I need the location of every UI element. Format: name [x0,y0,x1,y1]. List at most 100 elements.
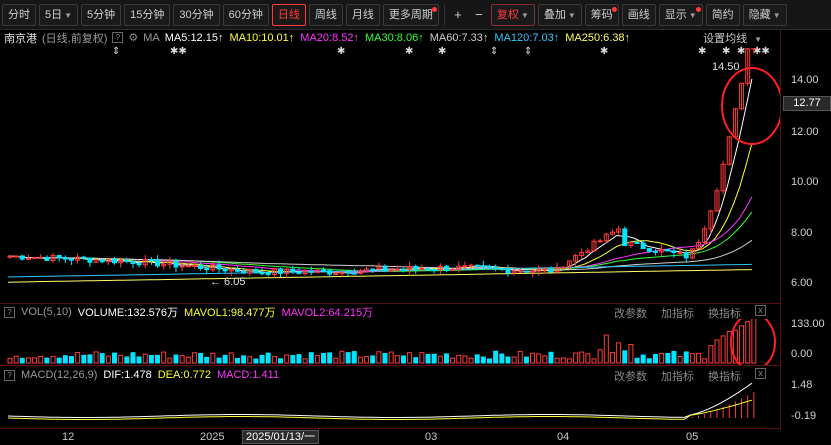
volume-bar [277,358,283,364]
volume-bar [437,355,443,364]
zoom-in-icon[interactable]: + [449,7,467,22]
macd-dif: DIF:1.478 [103,369,152,381]
period-button-weekly[interactable]: 周线 [308,3,343,26]
hide-label: 隐藏 [748,8,771,21]
period-button-30min[interactable]: 30分钟 [173,3,220,26]
chevron-down-icon: ▼ [754,35,762,44]
candle-body [99,259,105,263]
candle-body [155,259,161,267]
help-icon[interactable]: ? [4,369,15,381]
candle-body [198,264,204,269]
volume-chart[interactable] [0,319,780,365]
help-icon[interactable]: ? [4,306,15,318]
volume-bar [87,354,93,364]
volume-bar [548,351,554,364]
dif-line [7,382,753,418]
macd-name: MACD(12,26,9) [21,369,98,381]
volume-bar [646,358,652,364]
draw-line-button[interactable]: 画线 [621,3,656,26]
volume-bar [112,352,118,364]
hide-button[interactable]: 隐藏 ▼ [742,3,787,26]
display-button[interactable]: 显示 ▼ [658,3,703,26]
candle-body [597,240,603,243]
chevron-down-icon: ▼ [520,10,529,20]
volume-bar [44,357,50,364]
volume-bar [167,357,173,364]
date-tick: 12 [62,431,75,443]
ma-value-5: MA120:7.03↑ [494,31,560,44]
candle-body [462,265,468,268]
volume-bar [579,351,585,364]
simple-mode-button[interactable]: 简约 [705,3,740,26]
candle-body [321,269,327,272]
volume-bar [247,356,253,364]
volume-bar [400,355,406,364]
candle-body [327,270,333,275]
volume-bar [351,351,357,364]
gear-icon[interactable]: ⚙ [128,31,138,44]
candle-body [646,248,652,252]
period-button-5min[interactable]: 5分钟 [81,3,122,26]
more-periods-button[interactable]: 更多周期 [382,3,439,26]
period-button-monthly[interactable]: 月线 [345,3,380,26]
volume-bar [499,353,505,364]
zoom-out-icon[interactable]: − [470,7,488,22]
volume-bar [228,352,234,364]
volume-bar [62,355,68,364]
price-tick: 8.00 [791,227,813,239]
period-label: 5日 [45,8,63,21]
period-button-intraday[interactable]: 分时 [2,3,36,26]
chips-button[interactable]: 筹码 [584,3,619,26]
period-button-15min[interactable]: 15分钟 [124,3,171,26]
period-button-5day[interactable]: 5日 ▼ [39,3,79,26]
volume-bar [419,352,425,364]
candle-body [493,266,499,269]
volume-bar [345,352,351,364]
candle-body [179,265,185,268]
candle-body [148,259,154,262]
fuquan-button[interactable]: 复权 ▼ [490,3,535,26]
price-tick: 12.00 [791,126,819,138]
volume-bar [148,355,154,364]
volume-bar [388,351,394,364]
candle-body [62,257,68,260]
candle-body [68,258,74,261]
close-icon[interactable]: x [755,368,766,379]
candle-body [173,260,179,268]
help-icon[interactable]: ? [112,32,124,43]
volume-bar [253,358,259,364]
volume-bar [234,357,240,364]
ma-value-0: MA5:12.15↑ [164,31,224,44]
volume-bar [382,352,388,364]
candle-body [216,264,222,270]
candle-body [677,251,683,254]
candle-body [517,270,523,273]
volume-bar [609,352,615,364]
macd-legend: ? MACD(12,26,9) DIF:1.478 DEA:0.772 MACD… [0,368,780,383]
volume-bar [554,357,560,364]
volume-bar [302,358,308,364]
macd-chart[interactable] [0,382,780,428]
volume-bar [99,353,105,364]
display-label: 显示 [664,8,687,21]
volume-bar [321,352,327,364]
candle-body [640,242,646,250]
volume-bar [327,352,333,364]
candle-body [468,264,474,267]
period-button-60min[interactable]: 60分钟 [222,3,269,26]
close-icon[interactable]: x [755,305,766,316]
ma-settings-button[interactable]: 设置均线 ▼ [703,30,767,46]
volume-tick: 133.00 [791,318,825,330]
ma-value-4: MA60:7.33↑ [429,31,489,44]
candlestick-chart[interactable]: 14.50 ← 6.05 [0,48,780,303]
volume-bar [308,352,314,364]
period-button-daily[interactable]: 日线 [271,3,306,26]
ma-line [7,78,753,274]
candle-body [474,264,480,267]
vol-value: VOLUME:132.576万 [77,307,179,319]
overlay-button[interactable]: 叠加 ▼ [537,3,582,26]
candle-body [370,268,376,271]
candle-body [671,250,677,253]
candle-body [234,268,240,272]
volume-bar [130,352,136,364]
